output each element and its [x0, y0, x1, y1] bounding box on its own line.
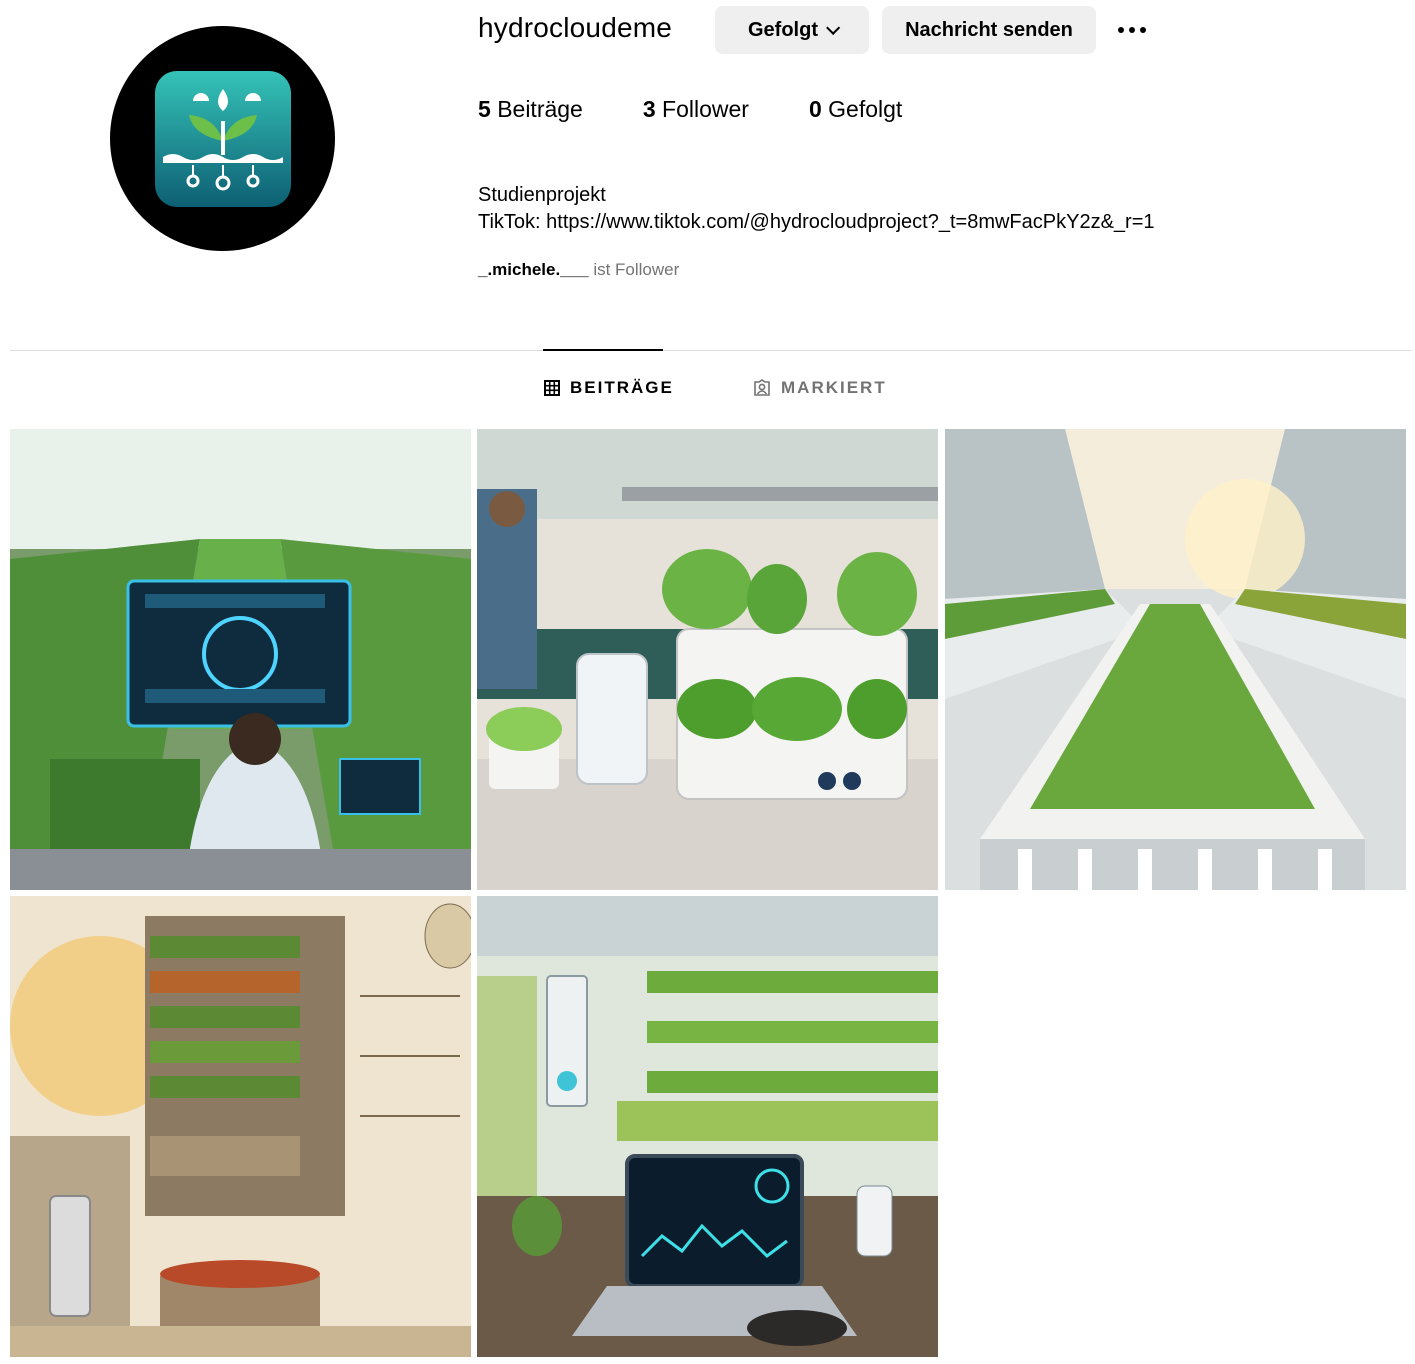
more-dot: [1140, 27, 1146, 33]
active-tab-indicator: [543, 349, 663, 351]
post-image-vertical-farm-laptop: [477, 896, 938, 1357]
profile-avatar[interactable]: [110, 26, 335, 251]
following-label: Gefolgt: [828, 96, 903, 122]
posts-stat: 5 Beiträge: [478, 96, 583, 123]
post-tile[interactable]: [945, 429, 1406, 890]
tab-tagged-label: MARKIERT: [781, 378, 887, 397]
followers-label: Follower: [662, 96, 749, 122]
tab-posts[interactable]: BEITRÄGE: [544, 378, 674, 398]
followed-by-suffix: ist Follower: [593, 260, 680, 279]
grid-icon: [544, 380, 560, 396]
post-image-greenhouse-dashboard: [10, 429, 471, 890]
tab-posts-label: BEITRÄGE: [570, 378, 674, 397]
post-image-kitchen-hydroponic-unit: [477, 429, 938, 890]
bio-link-line: TikTok: https://www.tiktok.com/@hydroclo…: [478, 209, 1155, 236]
hydrocloud-logo: [154, 70, 291, 207]
tagged-icon: [754, 379, 770, 396]
bio-link-prefix: TikTok:: [478, 211, 547, 233]
followers-count: 3: [642, 96, 656, 122]
post-image-vertical-garden-sketch: [10, 896, 471, 1357]
followers-stat[interactable]: 3 Follower: [643, 96, 749, 123]
following-button[interactable]: Gefolgt: [715, 6, 869, 54]
tabs-divider: [10, 350, 1412, 351]
posts-count: 5: [478, 96, 491, 122]
following-button-label: Gefolgt: [748, 18, 818, 41]
following-count: 0: [808, 96, 822, 122]
profile-stats: 5 Beiträge 3 Follower 0 Gefolgt: [478, 96, 962, 123]
followed-by: _.michele.___ ist Follower: [478, 260, 679, 280]
following-stat[interactable]: 0 Gefolgt: [809, 96, 902, 123]
posts-label: Beiträge: [497, 96, 583, 122]
profile-bio: Studienprojekt TikTok: https://www.tikto…: [478, 182, 1155, 236]
post-tile[interactable]: [10, 429, 471, 890]
post-tile[interactable]: [477, 896, 938, 1357]
tab-tagged[interactable]: MARKIERT: [753, 378, 887, 398]
profile-username: hydrocloudeme: [478, 12, 673, 43]
followed-by-user[interactable]: _.michele.___: [478, 260, 589, 279]
more-dot: [1118, 27, 1124, 33]
tiktok-link[interactable]: https://www.tiktok.com/@hydrocloudprojec…: [546, 211, 1154, 233]
post-image-greenhouse-rows: [945, 429, 1406, 890]
more-options-icon[interactable]: [1112, 14, 1152, 46]
post-tile[interactable]: [477, 429, 938, 890]
send-message-button[interactable]: Nachricht senden: [882, 6, 1096, 54]
more-dot: [1129, 27, 1135, 33]
post-tile[interactable]: [10, 896, 471, 1357]
chevron-down-icon: [826, 20, 841, 35]
bio-line: Studienprojekt: [478, 184, 606, 206]
